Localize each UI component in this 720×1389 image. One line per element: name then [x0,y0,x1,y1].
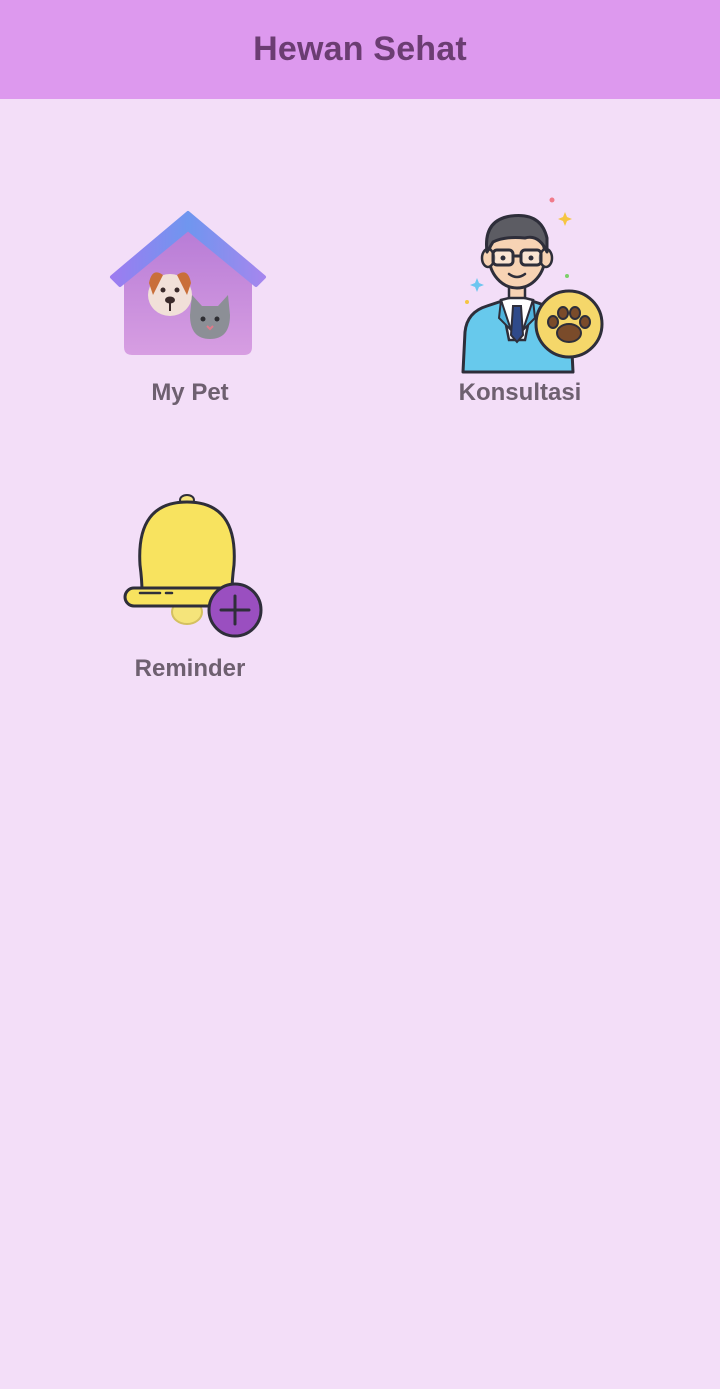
app-title: Hewan Sehat [253,30,467,68]
menu-item-label: Reminder [134,655,246,682]
menu-item-label: Konsultasi [458,379,582,406]
vet-doctor-icon [461,197,604,374]
menu-item-konsultasi[interactable]: Konsultasi [420,190,620,415]
menu-item-my-pet[interactable]: My Pet [90,195,290,415]
menu-item-label: My Pet [151,379,229,406]
bell-add-icon [123,494,263,638]
pet-house-icon [110,211,266,355]
menu-item-reminder[interactable]: Reminder [90,490,290,690]
app-bar: Hewan Sehat [0,0,720,99]
